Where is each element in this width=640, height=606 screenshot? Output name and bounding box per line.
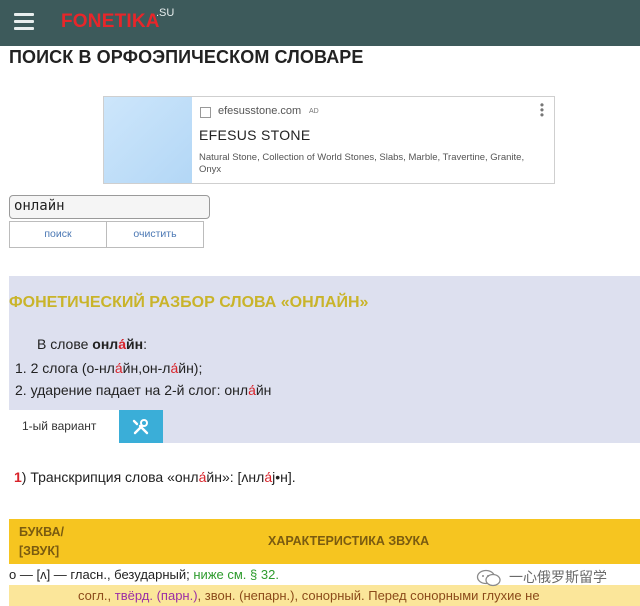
page-title: ПОИСК В ОРФОЭПИЧЕСКОМ СЛОВАРЕ bbox=[9, 47, 364, 67]
ad-description: Natural Stone, Collection of World Stone… bbox=[199, 152, 525, 175]
ad-title[interactable]: EFESUS STONE bbox=[199, 127, 310, 143]
site-logo[interactable]: FONETIKA bbox=[61, 11, 160, 33]
analysis-title: ФОНЕТИЧЕСКИЙ РАЗБОР СЛОВА «ОНЛАЙН» bbox=[9, 294, 369, 311]
column-letter-sound: БУКВА/[ЗВУК] bbox=[19, 525, 64, 558]
site-logo-suffix: .SU bbox=[156, 7, 175, 19]
ad-image[interactable] bbox=[104, 97, 192, 183]
stress-line: 2. ударение падает на 2-й слог: онла́йн bbox=[15, 382, 272, 398]
syllables-line: 1. 2 слога (о-нла́йн,он-ла́йн); bbox=[15, 360, 203, 376]
section-link[interactable]: ниже см. § 32. bbox=[193, 567, 279, 582]
hamburger-icon[interactable] bbox=[14, 13, 34, 31]
word-line: В слове онла́йн: bbox=[37, 336, 147, 352]
transcription-line: 1) Транскрипция слова «онла́йн»: [ʌнла́j… bbox=[14, 469, 296, 485]
top-bar: FONETIKA .SU bbox=[0, 0, 640, 46]
tools-icon[interactable] bbox=[119, 410, 163, 443]
search-input[interactable]: онлайн bbox=[9, 195, 210, 219]
ad-banner[interactable]: efesusstone.com AD • • • EFESUS STONE Natu… bbox=[103, 96, 555, 184]
search-button[interactable]: поиск bbox=[9, 221, 107, 248]
column-characteristic: ХАРАКТЕРИСТИКА ЗВУКА bbox=[268, 534, 430, 548]
clear-button[interactable]: очистить bbox=[106, 221, 204, 248]
ad-favicon bbox=[200, 107, 211, 118]
table-header: БУКВА/[ЗВУК] ХАРАКТЕРИСТИКА ЗВУКА bbox=[9, 519, 640, 564]
ad-badge: AD bbox=[309, 108, 319, 115]
tab-variant-1[interactable]: 1-ый вариант bbox=[9, 410, 119, 443]
ad-domain[interactable]: efesusstone.com bbox=[218, 105, 301, 117]
wechat-icon bbox=[476, 569, 501, 587]
phonetic-analysis-panel: ФОНЕТИЧЕСКИЙ РАЗБОР СЛОВА «ОНЛАЙН» В сло… bbox=[9, 276, 640, 443]
kebab-menu-icon[interactable]: • • • bbox=[539, 99, 545, 121]
